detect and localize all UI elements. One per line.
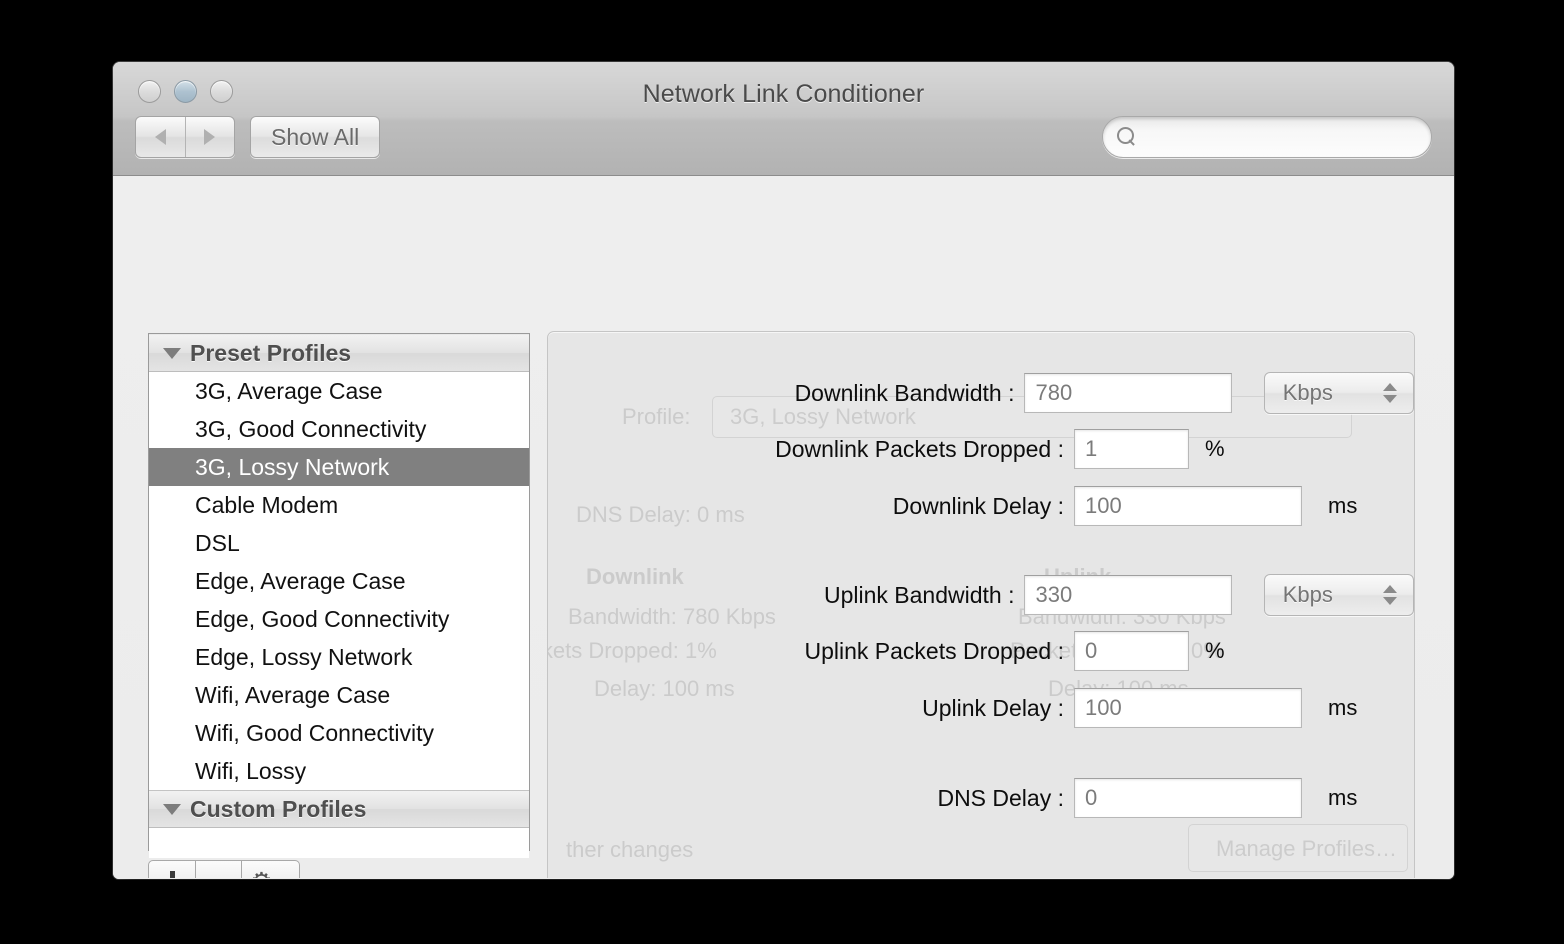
chevron-up-icon [1383, 383, 1397, 391]
profile-list-item[interactable]: Edge, Lossy Network [149, 638, 529, 676]
remove-profile-button[interactable] [196, 860, 242, 879]
preset-profiles-header[interactable]: Preset Profiles [149, 334, 529, 372]
stepper-downlink-unit-icon[interactable] [1383, 383, 1397, 403]
window-titlebar: Network Link Conditioner Show All [113, 62, 1454, 176]
label-dns-delay: DNS Delay : [937, 784, 1064, 811]
toolbar-left-controls: Show All [135, 116, 381, 158]
search-icon [1117, 127, 1137, 147]
profile-list-item[interactable]: Wifi, Average Case [149, 676, 529, 714]
profile-list-item[interactable]: Wifi, Lossy [149, 752, 529, 790]
input-uplink-packets-dropped[interactable]: 0 [1074, 631, 1189, 671]
popup-uplink-bandwidth-unit[interactable]: Kbps [1263, 574, 1414, 616]
popup-uplink-unit-label: Kbps [1282, 582, 1333, 607]
network-link-conditioner-window: Network Link Conditioner Show All Preset [113, 62, 1454, 879]
unit-downlink-delay: ms [1328, 493, 1358, 518]
input-downlink-bandwidth[interactable]: 780 [1024, 373, 1232, 413]
back-arrow-icon [154, 129, 166, 145]
row-uplink-bandwidth: Uplink Bandwidth : 330 Kbps [548, 574, 1414, 616]
label-downlink-delay: Downlink Delay : [892, 492, 1064, 519]
ghost-changes-note: ther changes [566, 837, 694, 862]
disclosure-triangle-icon[interactable] [163, 347, 181, 359]
custom-profiles-label: Custom Profiles [190, 795, 367, 822]
input-uplink-delay[interactable]: 100 [1074, 688, 1302, 728]
label-uplink-bandwidth: Uplink Bandwidth : [823, 581, 1015, 608]
row-downlink-delay: Downlink Delay : 100 ms [548, 486, 1414, 526]
label-uplink-delay: Uplink Delay : [922, 694, 1064, 721]
disclosure-triangle-icon[interactable] [163, 803, 181, 815]
ghost-manage-profiles-button [1188, 824, 1408, 872]
forward-arrow-icon [204, 129, 216, 145]
unit-dns-delay: ms [1328, 785, 1358, 810]
profile-list-item[interactable]: Cable Modem [149, 486, 529, 524]
profile-list-item[interactable]: Edge, Average Case [149, 562, 529, 600]
show-all-button[interactable]: Show All [250, 116, 381, 158]
custom-profiles-empty-area[interactable] [149, 828, 529, 858]
unit-downlink-packets-dropped: % [1205, 436, 1225, 461]
label-downlink-bandwidth: Downlink Bandwidth : [794, 379, 1015, 406]
search-input[interactable] [1137, 126, 1431, 148]
row-uplink-delay: Uplink Delay : 100 ms [548, 688, 1414, 728]
window-title: Network Link Conditioner [642, 80, 925, 108]
chevron-down-icon [1383, 597, 1397, 605]
forward-button[interactable] [184, 117, 235, 157]
search-field[interactable] [1102, 116, 1432, 158]
preset-profile-items: 3G, Average Case 3G, Good Connectivity 3G,… [149, 372, 529, 790]
preset-profiles-label: Preset Profiles [190, 339, 352, 366]
back-button[interactable] [136, 117, 185, 157]
profile-actions-menu-button[interactable]: ⚙ [242, 860, 300, 879]
label-uplink-packets-dropped: Uplink Packets Dropped : [804, 637, 1064, 664]
profile-list-toolbar: ⚙ [148, 860, 300, 879]
profile-list-item[interactable]: Edge, Good Connectivity [149, 600, 529, 638]
custom-profiles-header[interactable]: Custom Profiles [149, 790, 529, 828]
input-downlink-delay[interactable]: 100 [1074, 486, 1302, 526]
ghost-manage-profiles-label: Manage Profiles… [1216, 836, 1397, 861]
profile-list-item[interactable]: DSL [149, 524, 529, 562]
chevron-down-icon [1383, 395, 1397, 403]
row-uplink-packets-dropped: Uplink Packets Dropped : 0 % [548, 631, 1414, 671]
nav-segmented-control[interactable] [135, 116, 235, 158]
unit-uplink-delay: ms [1328, 695, 1358, 720]
dialog-footer: Cancel OK [113, 878, 1454, 879]
profiles-list[interactable]: Preset Profiles 3G, Average Case 3G, Good… [148, 333, 530, 858]
input-downlink-packets-dropped[interactable]: 1 [1074, 429, 1189, 469]
profile-list-item[interactable]: 3G, Good Connectivity [149, 410, 529, 448]
row-dns-delay: DNS Delay : 0 ms [548, 778, 1414, 818]
stepper-uplink-unit-icon[interactable] [1383, 585, 1397, 605]
profile-list-item[interactable]: 3G, Average Case [149, 372, 529, 410]
profile-list-item[interactable]: 3G, Lossy Network [149, 448, 529, 486]
popup-downlink-bandwidth-unit[interactable]: Kbps [1263, 372, 1414, 414]
row-downlink-packets-dropped: Downlink Packets Dropped : 1 % [548, 429, 1414, 469]
chevron-up-icon [1383, 585, 1397, 593]
settings-pane: Profile: 3G, Lossy Network DNS Delay: 0 … [547, 331, 1415, 879]
window-body: Preset Profiles 3G, Average Case 3G, Good… [113, 176, 1454, 879]
unit-uplink-packets-dropped: % [1205, 638, 1225, 663]
popup-downlink-unit-label: Kbps [1282, 380, 1333, 405]
label-downlink-packets-dropped: Downlink Packets Dropped : [775, 435, 1064, 462]
profile-list-item[interactable]: Wifi, Good Connectivity [149, 714, 529, 752]
input-uplink-bandwidth[interactable]: 330 [1024, 575, 1232, 615]
input-dns-delay[interactable]: 0 [1074, 778, 1302, 818]
row-downlink-bandwidth: Downlink Bandwidth : 780 Kbps [548, 372, 1414, 414]
add-profile-button[interactable] [148, 860, 196, 879]
